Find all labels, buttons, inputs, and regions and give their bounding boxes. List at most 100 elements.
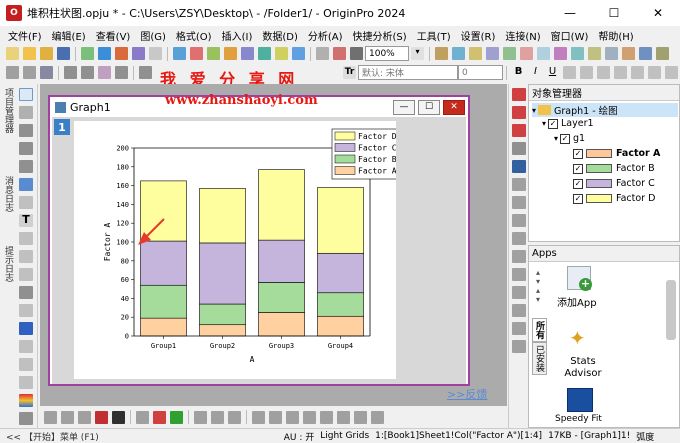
apps-scroll-arrows[interactable]: ▴ ▾ ▴ ▾ <box>531 268 545 308</box>
border-color-icon[interactable] <box>170 410 183 424</box>
redo-icon[interactable] <box>23 66 36 79</box>
stacked-bar-chart[interactable]: Group1 Group2 Group3 Group4 0 20 40 60 80 100 120 1… <box>74 121 399 379</box>
front-icon[interactable] <box>286 410 299 424</box>
subscript-icon[interactable] <box>580 66 593 79</box>
plot-polar-icon[interactable] <box>512 304 526 317</box>
project-explorer-icon[interactable] <box>275 47 288 60</box>
plot-color-icon[interactable] <box>95 410 108 424</box>
import-icon[interactable] <box>173 47 186 60</box>
factor-d-checkbox[interactable]: ✓ <box>573 193 583 204</box>
speedy-fit-label[interactable]: Speedy Fit <box>555 414 602 426</box>
menu-quick-analysis[interactable]: 快捷分析(S) <box>353 28 407 43</box>
menu-tools[interactable]: 工具(T) <box>417 28 451 43</box>
rescale-icon[interactable] <box>469 47 482 60</box>
apps-scrollbar[interactable] <box>666 280 676 340</box>
plot-line-icon[interactable] <box>512 88 526 101</box>
results-log-icon[interactable] <box>258 47 271 60</box>
menu-analysis[interactable]: 分析(A) <box>308 28 343 43</box>
menu-window[interactable]: 窗口(W) <box>551 28 589 43</box>
export-icon[interactable] <box>190 47 203 60</box>
fill-color-icon[interactable] <box>665 66 678 79</box>
plot-column-icon[interactable] <box>512 142 526 155</box>
data-reader-tool-icon[interactable] <box>19 178 33 191</box>
plot-more-icon[interactable] <box>512 286 526 299</box>
feedback-link[interactable]: >>反馈 <box>447 386 487 402</box>
text-tool-icon[interactable]: Tr <box>343 66 356 79</box>
chevron-down-icon[interactable]: ▾ <box>411 47 424 60</box>
factor-b-checkbox[interactable]: ✓ <box>573 163 583 174</box>
scale-in-icon[interactable] <box>19 124 33 137</box>
open-icon[interactable] <box>23 47 36 60</box>
start-menu-hint[interactable]: << 【开始】菜单 (F1) <box>6 430 99 443</box>
plot-vector-icon[interactable] <box>512 340 526 353</box>
tree-layer1[interactable]: ▾ ✓ Layer1 <box>542 118 594 129</box>
tree-item-factor-d[interactable]: ✓ Factor D <box>573 193 655 204</box>
layer-manager-icon[interactable] <box>435 47 448 60</box>
menu-view[interactable]: 查看(V) <box>96 28 131 43</box>
layout-icon[interactable] <box>554 47 567 60</box>
tree-item-factor-c[interactable]: ✓ Factor C <box>573 178 655 189</box>
line-style-icon[interactable] <box>44 410 57 424</box>
text-color-icon[interactable] <box>614 66 627 79</box>
graph-close-button[interactable]: ✕ <box>443 99 465 115</box>
stats-advisor-label[interactable]: Stats Advisor <box>559 356 607 380</box>
bold-button[interactable]: B <box>512 66 525 79</box>
graph-window[interactable]: Graph1 — ☐ ✕ 1 Group1 Group2 Group3 Group4 0… <box>48 95 470 386</box>
code-builder-icon[interactable] <box>241 47 254 60</box>
undo-arrow-icon[interactable] <box>139 66 152 79</box>
equation-icon[interactable] <box>19 322 33 335</box>
zoom-select[interactable]: 100% <box>365 46 409 61</box>
curved-arrow-icon[interactable] <box>19 250 33 263</box>
line-width-icon[interactable] <box>61 410 74 424</box>
insert-table-icon[interactable] <box>19 358 33 371</box>
rectangle-icon[interactable] <box>19 286 33 299</box>
superscript-icon[interactable] <box>563 66 576 79</box>
refresh-icon[interactable] <box>292 47 305 60</box>
extract-icon[interactable] <box>537 47 550 60</box>
pointer-icon[interactable] <box>19 88 33 101</box>
symbol-shape-icon[interactable] <box>211 410 224 424</box>
align-icon[interactable] <box>631 66 644 79</box>
same-height-icon[interactable] <box>371 410 384 424</box>
group-icon[interactable] <box>252 410 265 424</box>
menu-settings[interactable]: 设置(R) <box>461 28 496 43</box>
gradient-icon[interactable] <box>136 410 149 424</box>
line-icon[interactable] <box>19 268 33 281</box>
tree-root-graph1[interactable]: ▾ Graph1 - 绘图 <box>532 103 678 117</box>
batch-icon[interactable] <box>207 47 220 60</box>
font-select[interactable]: 默认: 宋体 <box>358 65 458 80</box>
move-icon[interactable] <box>40 66 53 79</box>
menu-edit[interactable]: 编辑(E) <box>52 28 86 43</box>
fit-icon[interactable] <box>639 47 652 60</box>
close-button[interactable]: ✕ <box>636 0 680 26</box>
menu-data[interactable]: 数据(D) <box>262 28 298 43</box>
script-icon[interactable] <box>224 47 237 60</box>
group-checkbox[interactable]: ✓ <box>560 133 571 144</box>
zoom-icon[interactable] <box>81 66 94 79</box>
collapse-icon[interactable]: ▾ <box>542 119 546 128</box>
ungroup-icon[interactable] <box>269 410 282 424</box>
rotate-icon[interactable] <box>115 66 128 79</box>
graph-minimize-button[interactable]: — <box>393 99 415 115</box>
plot-contour-icon[interactable] <box>512 232 526 245</box>
tree-item-factor-b[interactable]: ✓ Factor B <box>573 163 655 174</box>
symbol-size-icon[interactable] <box>194 410 207 424</box>
back-icon[interactable] <box>303 410 316 424</box>
factor-c-checkbox[interactable]: ✓ <box>573 178 583 189</box>
color-icon[interactable] <box>622 47 635 60</box>
fill-icon[interactable] <box>153 410 166 424</box>
insert-graph-icon[interactable] <box>19 340 33 353</box>
tree-item-factor-a[interactable]: ✓ Factor A <box>573 148 660 159</box>
underline-button[interactable]: U <box>546 66 559 79</box>
layer-checkbox[interactable]: ✓ <box>548 118 559 129</box>
menu-connect[interactable]: 连接(N) <box>505 28 540 43</box>
save-icon[interactable] <box>57 47 70 60</box>
plot-3d-icon[interactable] <box>512 214 526 227</box>
pattern-icon[interactable] <box>112 410 125 424</box>
arrange-icon[interactable] <box>571 47 584 60</box>
menu-format[interactable]: 格式(O) <box>176 28 212 43</box>
data-reader-icon[interactable] <box>98 66 111 79</box>
new-matrix-icon[interactable] <box>115 47 128 60</box>
collapse-icon[interactable]: ▾ <box>532 106 536 115</box>
text-icon[interactable]: T <box>19 214 33 227</box>
